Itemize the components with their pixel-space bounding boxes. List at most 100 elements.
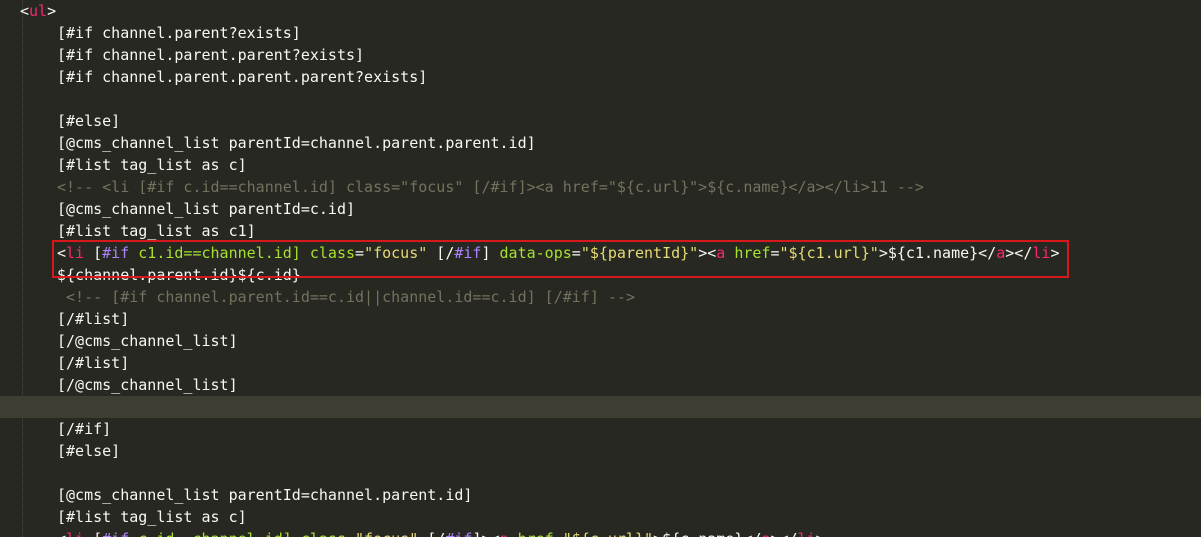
code-token: c1.id==channel.id] [129, 244, 310, 262]
code-token: "${c.url}" [563, 530, 653, 537]
code-token: < [57, 530, 66, 537]
code-token: a [500, 530, 509, 537]
code-line-text: [/@cms_channel_list] [57, 330, 238, 352]
code-line-text: <!-- [#if channel.parent.id==c.id||chann… [57, 286, 635, 308]
code-editor[interactable]: <ul> [#if channel.parent?exists] [#if chan… [0, 0, 1201, 537]
code-line[interactable]: [/@cms_channel_list] [0, 374, 1201, 396]
code-token: #if [445, 530, 472, 537]
code-line[interactable]: <li [#if c.id==channel.id] class="focus"… [0, 528, 1201, 537]
code-token: > [816, 530, 825, 537]
code-line[interactable]: [/@cms_channel_list] [0, 330, 1201, 352]
code-line-text: [#list tag_list as c1] [57, 220, 256, 242]
code-token: [/ [427, 244, 455, 262]
code-token: li [66, 530, 84, 537]
code-token: href [518, 530, 554, 537]
code-line[interactable]: ${channel.parent.id}${c.id} [0, 264, 1201, 286]
code-line-text: <li [#if c1.id==channel.id] class="focus… [57, 242, 1059, 264]
code-token: = [554, 530, 563, 537]
code-token: = [770, 244, 780, 262]
code-line[interactable]: [/#if] [0, 418, 1201, 440]
code-line[interactable]: <ul> [0, 0, 1201, 22]
code-token: #if [454, 244, 482, 262]
code-token: a [716, 244, 726, 262]
code-token: a [996, 244, 1006, 262]
code-token: >< [698, 244, 717, 262]
code-line-text: [/@cms_channel_list] [57, 374, 238, 396]
code-token: class [301, 530, 346, 537]
code-token: href [734, 244, 771, 262]
code-token: [@cms_channel_list parentId=channel.pare… [57, 486, 473, 504]
code-line[interactable]: [#if channel.parent.parent.parent?exists… [0, 66, 1201, 88]
code-line-text: [#if channel.parent?exists] [57, 22, 301, 44]
code-token: "${c1.url}" [779, 244, 879, 262]
code-line-text: [@cms_channel_list parentId=channel.pare… [57, 484, 472, 506]
code-line[interactable]: [/#list] [0, 308, 1201, 330]
code-line[interactable]: <!-- <li [#if c.id==channel.id] class="f… [0, 176, 1201, 198]
code-token: li [798, 530, 816, 537]
code-token: [@cms_channel_list parentId=c.id] [57, 200, 356, 218]
code-token: < [20, 2, 30, 20]
code-token: <!-- [#if channel.parent.id==c.id||chann… [57, 288, 635, 306]
code-line[interactable]: [@cms_channel_list parentId=channel.pare… [0, 132, 1201, 154]
code-line-text: <!-- <li [#if c.id==channel.id] class="f… [57, 176, 924, 198]
code-token: ></ [770, 530, 797, 537]
code-token: [#else] [57, 112, 121, 130]
code-token: [/#list] [57, 310, 130, 328]
code-line[interactable]: [#list tag_list as c1] [0, 220, 1201, 242]
code-line-text: [#if channel.parent.parent.parent?exists… [57, 66, 427, 88]
code-line[interactable]: [#else] [0, 440, 1201, 462]
code-token: [/#if] [57, 420, 112, 438]
code-token: = [355, 244, 365, 262]
code-token: ul [29, 2, 48, 20]
code-line[interactable]: [@cms_channel_list parentId=c.id] [0, 198, 1201, 220]
code-line-text: [#list tag_list as c] [57, 506, 247, 528]
code-line-text: ${channel.parent.id}${c.id} [57, 264, 301, 286]
code-token: < [57, 244, 67, 262]
code-token: [#else] [57, 442, 121, 460]
code-line-text: <ul> [20, 0, 56, 22]
code-line-text: [/#list] [57, 308, 129, 330]
code-line-text: [/#list] [57, 352, 129, 374]
code-line-text: [@cms_channel_list parentId=c.id] [57, 198, 355, 220]
code-token: [#list tag_list as c] [57, 508, 247, 526]
code-line[interactable]: [#list tag_list as c] [0, 154, 1201, 176]
code-token: c.id==channel.id] [129, 530, 301, 537]
code-line[interactable] [0, 462, 1201, 484]
code-token: [/@cms_channel_list] [57, 332, 238, 350]
code-token: [#if channel.parent.parent.parent?exists… [57, 68, 428, 86]
code-token: [/@cms_channel_list] [57, 376, 238, 394]
code-token: = [571, 244, 581, 262]
code-token: [#if channel.parent?exists] [57, 24, 301, 42]
code-line[interactable]: [#if channel.parent.parent?exists] [0, 44, 1201, 66]
code-line-text: <li [#if c.id==channel.id] class="focus"… [57, 528, 825, 537]
code-token: [#if channel.parent.parent?exists] [57, 46, 365, 64]
code-token: ] [481, 244, 500, 262]
code-line[interactable]: [/#list] [0, 352, 1201, 374]
code-line[interactable] [0, 396, 1201, 418]
code-token: "focus" [355, 530, 418, 537]
code-line[interactable]: [@cms_channel_list parentId=channel.pare… [0, 484, 1201, 506]
code-token: ]>< [472, 530, 499, 537]
code-token: >${c1.name}</ [878, 244, 997, 262]
code-token: >${c.name}</ [653, 530, 761, 537]
code-line[interactable]: <li [#if c1.id==channel.id] class="focus… [0, 242, 1201, 264]
code-token: class [309, 244, 356, 262]
code-token: [ [84, 530, 102, 537]
code-token: "focus" [364, 244, 428, 262]
code-line[interactable]: [#list tag_list as c] [0, 506, 1201, 528]
code-token: [ [84, 244, 103, 262]
code-line[interactable]: [#else] [0, 110, 1201, 132]
code-line[interactable] [0, 88, 1201, 110]
code-line-text: [@cms_channel_list parentId=channel.pare… [57, 132, 536, 154]
code-line-text: [#if channel.parent.parent?exists] [57, 44, 364, 66]
code-token: [@cms_channel_list parentId=channel.pare… [57, 134, 536, 152]
code-token: [/ [418, 530, 445, 537]
code-token: [#list tag_list as c1] [57, 222, 256, 240]
code-token: li [66, 244, 85, 262]
code-line[interactable]: [#if channel.parent?exists] [0, 22, 1201, 44]
code-token: "${parentId}" [580, 244, 699, 262]
code-line-text: [#list tag_list as c] [57, 154, 247, 176]
code-token: data-ops [499, 244, 572, 262]
code-line[interactable]: <!-- [#if channel.parent.id==c.id||chann… [0, 286, 1201, 308]
